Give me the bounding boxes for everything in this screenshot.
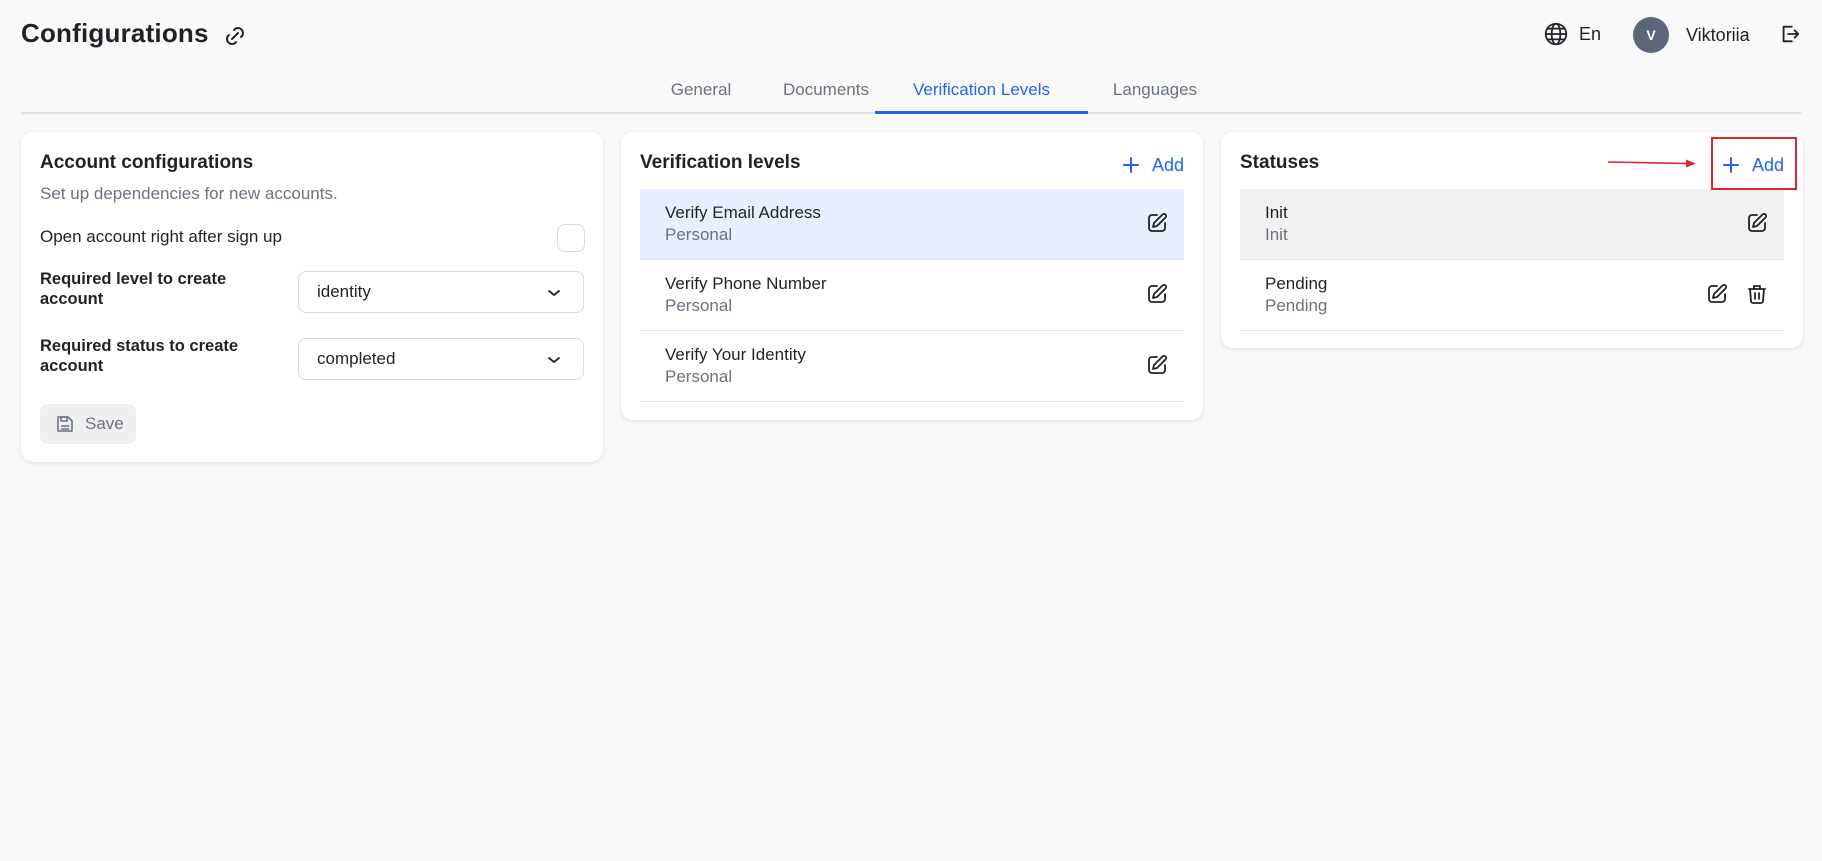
edit-icon[interactable] — [1145, 353, 1169, 377]
item-title: Verify Email Address — [665, 203, 821, 222]
active-tab-indicator — [875, 111, 1088, 114]
tab-general[interactable]: General — [651, 80, 751, 114]
list-item[interactable]: Pending Pending — [1240, 260, 1784, 331]
header: Configurations En V Viktoriia — [0, 0, 1822, 70]
item-subtitle: Init — [1265, 225, 1288, 244]
item-title: Init — [1265, 203, 1288, 222]
list-item[interactable]: Verify Phone Number Personal — [640, 260, 1184, 331]
tab-languages[interactable]: Languages — [1088, 80, 1222, 114]
item-title: Verify Your Identity — [665, 345, 806, 364]
annotation-arrow — [1608, 159, 1696, 168]
item-subtitle: Pending — [1265, 296, 1328, 315]
save-button[interactable]: Save — [40, 404, 136, 444]
edit-icon[interactable] — [1145, 282, 1169, 306]
open-account-label: Open account right after sign up — [40, 227, 282, 246]
account-configurations-card: Account configurations Set up dependenci… — [21, 132, 603, 462]
save-label: Save — [85, 414, 124, 433]
required-level-select[interactable]: identity — [298, 271, 584, 313]
item-subtitle: Personal — [665, 296, 733, 315]
link-icon[interactable] — [223, 24, 247, 48]
required-status-select[interactable]: completed — [298, 338, 584, 380]
user-menu[interactable]: V Viktoriia — [1633, 17, 1750, 53]
open-account-checkbox[interactable] — [557, 224, 585, 252]
tab-bar: General Documents Verification Levels La… — [21, 70, 1801, 114]
verification-levels-title: Verification levels — [640, 152, 801, 173]
account-configurations-subtitle: Set up dependencies for new accounts. — [40, 184, 338, 203]
add-level-label: Add — [1152, 154, 1185, 175]
plus-icon — [1123, 157, 1139, 173]
page-title: Configurations — [21, 18, 209, 48]
edit-icon[interactable] — [1705, 282, 1729, 306]
save-icon — [57, 416, 73, 432]
edit-icon[interactable] — [1145, 211, 1169, 235]
tab-verification-levels[interactable]: Verification Levels — [875, 80, 1088, 114]
required-level-value: identity — [317, 282, 371, 301]
avatar: V — [1633, 17, 1669, 53]
globe-icon — [1544, 22, 1568, 46]
verification-levels-card: Verification levels Add Verify Email Add… — [621, 132, 1203, 420]
item-subtitle: Personal — [665, 225, 733, 244]
annotation-highlight-box — [1711, 137, 1797, 190]
list-item[interactable]: Init Init — [1240, 189, 1784, 260]
trash-icon[interactable] — [1745, 282, 1769, 306]
chevron-down-icon — [548, 357, 560, 363]
required-level-label: Required level to create account — [40, 270, 227, 308]
language-label: En — [1579, 23, 1602, 44]
statuses-title: Statuses — [1240, 152, 1320, 173]
required-status-value: completed — [317, 349, 396, 368]
required-status-label: Required status to create account — [40, 337, 239, 375]
add-level-button[interactable]: Add — [1122, 152, 1184, 178]
account-configurations-title: Account configurations — [40, 152, 254, 173]
edit-icon[interactable] — [1745, 211, 1769, 235]
list-item[interactable]: Verify Your Identity Personal — [640, 331, 1184, 402]
chevron-down-icon — [548, 290, 560, 296]
item-title: Pending — [1265, 274, 1328, 293]
logout-icon[interactable] — [1779, 23, 1801, 45]
list-item[interactable]: Verify Email Address Personal — [640, 189, 1184, 260]
item-subtitle: Personal — [665, 367, 733, 386]
item-title: Verify Phone Number — [665, 274, 827, 293]
language-selector[interactable]: En — [1543, 21, 1601, 47]
user-name: Viktoriia — [1686, 24, 1750, 45]
